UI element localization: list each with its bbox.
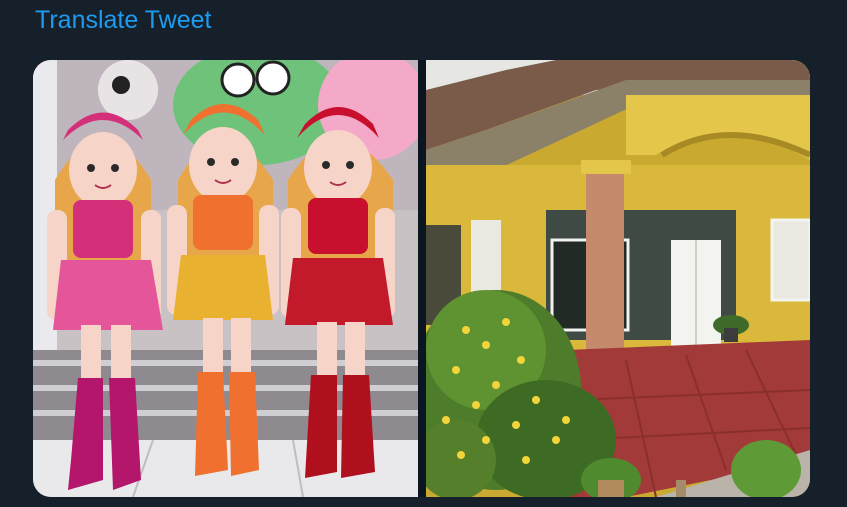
- translate-tweet-link[interactable]: Translate Tweet: [35, 6, 211, 35]
- house-image: [426, 60, 810, 497]
- dolls-image: [33, 60, 418, 497]
- dolls-photo[interactable]: [33, 60, 418, 497]
- house-porch-photo[interactable]: [426, 60, 810, 497]
- tweet-media-grid[interactable]: [33, 60, 810, 497]
